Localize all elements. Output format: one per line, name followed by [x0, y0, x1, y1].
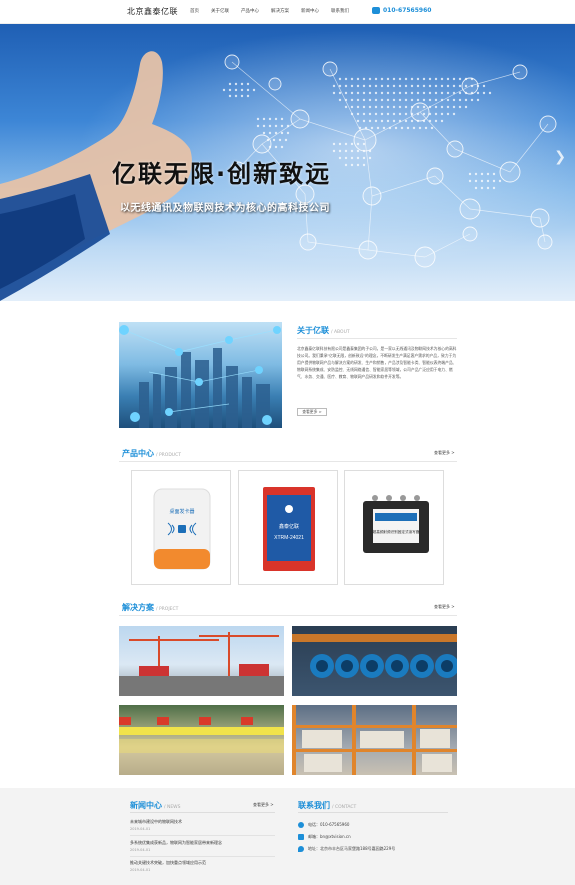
about-divider — [297, 338, 457, 339]
solutions-more-link[interactable]: 查看更多 > — [434, 604, 455, 610]
product-card-2[interactable]: 鑫泰亿联 XTRM-24021 — [238, 470, 338, 585]
news-heading: 新闻中心 / NEWS — [130, 800, 180, 811]
location-pin-icon — [298, 846, 304, 852]
products-heading: 产品中心 / PRODUCT — [122, 448, 181, 459]
nav-home[interactable]: 首页 — [190, 8, 199, 14]
products-title-en: / PRODUCT — [156, 453, 181, 458]
solution-pipes-image[interactable] — [292, 626, 457, 696]
about-title: 关于亿联 — [297, 326, 329, 335]
solutions-heading: 解决方案 / PROJECT — [122, 602, 178, 613]
news-item-3-title[interactable]: 推动关键技术突破，加快重点领域应用示范 — [130, 860, 206, 866]
phone-icon — [298, 822, 304, 828]
news-title-en: / NEWS — [164, 805, 181, 810]
nav-news[interactable]: 新闻中心 — [301, 8, 319, 14]
news-separator — [130, 835, 275, 836]
hero-title: 亿联无限·创新致远 — [112, 160, 332, 188]
solution-construction-image[interactable] — [119, 626, 284, 696]
mail-icon — [298, 834, 304, 840]
contact-phone-text: 电话：010-67565960 — [308, 822, 350, 827]
card-reader-icon: 桌面发卡器 — [153, 488, 211, 570]
news-item-2-title[interactable]: 多系统优集成获新品，物联网为智能家居带来新理念 — [130, 840, 222, 846]
phone-icon — [372, 7, 380, 14]
nav-contact[interactable]: 联系我们 — [331, 8, 349, 14]
product-card-3[interactable]: 超高频射频识别固定式读写器 — [344, 470, 444, 585]
top-navigation-bar: 北京鑫泰亿联 首页 关于亿联 产品中心 解决方案 新闻中心 联系我们 010-6… — [0, 0, 575, 24]
contact-divider — [298, 812, 448, 813]
contact-address-text: 地址：北京市丰台区马家堡路188号嘉园路229号 — [308, 846, 396, 851]
product-card-1[interactable]: 桌面发卡器 — [131, 470, 231, 585]
about-city-image — [119, 322, 282, 428]
contact-email: 邮箱：bn@xtvision.cn — [298, 834, 351, 840]
news-title: 新闻中心 — [130, 801, 162, 810]
product-1-label: 桌面发卡器 — [169, 508, 194, 515]
about-more-button[interactable]: 查看更多 > — [297, 408, 327, 416]
products-more-link[interactable]: 查看更多 > — [434, 450, 455, 456]
contact-title: 联系我们 — [298, 801, 330, 810]
rf-module-icon: 鑫泰亿联 XTRM-24021 — [263, 487, 315, 571]
main-nav: 首页 关于亿联 产品中心 解决方案 新闻中心 联系我们 — [190, 8, 361, 14]
nav-solutions[interactable]: 解决方案 — [271, 8, 289, 14]
news-more-link[interactable]: 查看更多 > — [253, 802, 274, 808]
solution-storage-image[interactable] — [292, 705, 457, 775]
news-divider — [130, 812, 275, 813]
about-description: 北京鑫泰亿联科技有限公司是鑫泰集团的子公司，是一家以无线通讯及物联网技术为核心的… — [297, 346, 457, 379]
contact-title-en: / CONTACT — [332, 805, 357, 810]
contact-phone: 电话：010-67565960 — [298, 822, 349, 828]
product-2-brand: 鑫泰亿联 — [279, 523, 299, 530]
hero-banner: 亿联无限·创新致远 以无线通讯及物联网技术为核心的高科技公司 ❯ — [0, 24, 575, 301]
header-phone: 010-67565960 — [372, 7, 431, 14]
footer — [0, 788, 575, 885]
about-title-en: / ABOUT — [331, 330, 350, 335]
news-item-2-date: 2019-04-01 — [130, 848, 151, 852]
carousel-next-arrow[interactable]: ❯ — [554, 149, 566, 165]
news-item-1-title[interactable]: 未来城市建设中的物联网技术 — [130, 819, 182, 825]
solutions-title-en: / PROJECT — [156, 607, 179, 612]
contact-heading: 联系我们 / CONTACT — [298, 800, 356, 811]
news-item-3-date: 2019-04-01 — [130, 868, 151, 872]
solution-warehouse-image[interactable] — [119, 705, 284, 775]
news-separator — [130, 856, 275, 857]
rfid-reader-icon: 超高频射频识别固定式读写器 — [363, 495, 429, 553]
product-2-model: XTRM-24021 — [274, 535, 304, 541]
hero-subtitle: 以无线通讯及物联网技术为核心的高科技公司 — [120, 203, 330, 214]
product-3-label: 超高频射频识别固定式读写器 — [373, 529, 420, 534]
solutions-divider — [119, 615, 457, 616]
nav-products[interactable]: 产品中心 — [241, 8, 259, 14]
solutions-title: 解决方案 — [122, 603, 154, 612]
contact-email-text[interactable]: 邮箱：bn@xtvision.cn — [308, 834, 351, 840]
contact-address: 地址：北京市丰台区马家堡路188号嘉园路229号 — [298, 846, 395, 852]
products-title: 产品中心 — [122, 449, 154, 458]
site-logo[interactable]: 北京鑫泰亿联 — [127, 6, 178, 17]
header-phone-number: 010-67565960 — [383, 7, 432, 14]
products-divider — [119, 461, 457, 462]
about-heading: 关于亿联 / ABOUT — [297, 325, 350, 336]
nav-about[interactable]: 关于亿联 — [211, 8, 229, 14]
news-item-1-date: 2019-04-01 — [130, 827, 151, 831]
